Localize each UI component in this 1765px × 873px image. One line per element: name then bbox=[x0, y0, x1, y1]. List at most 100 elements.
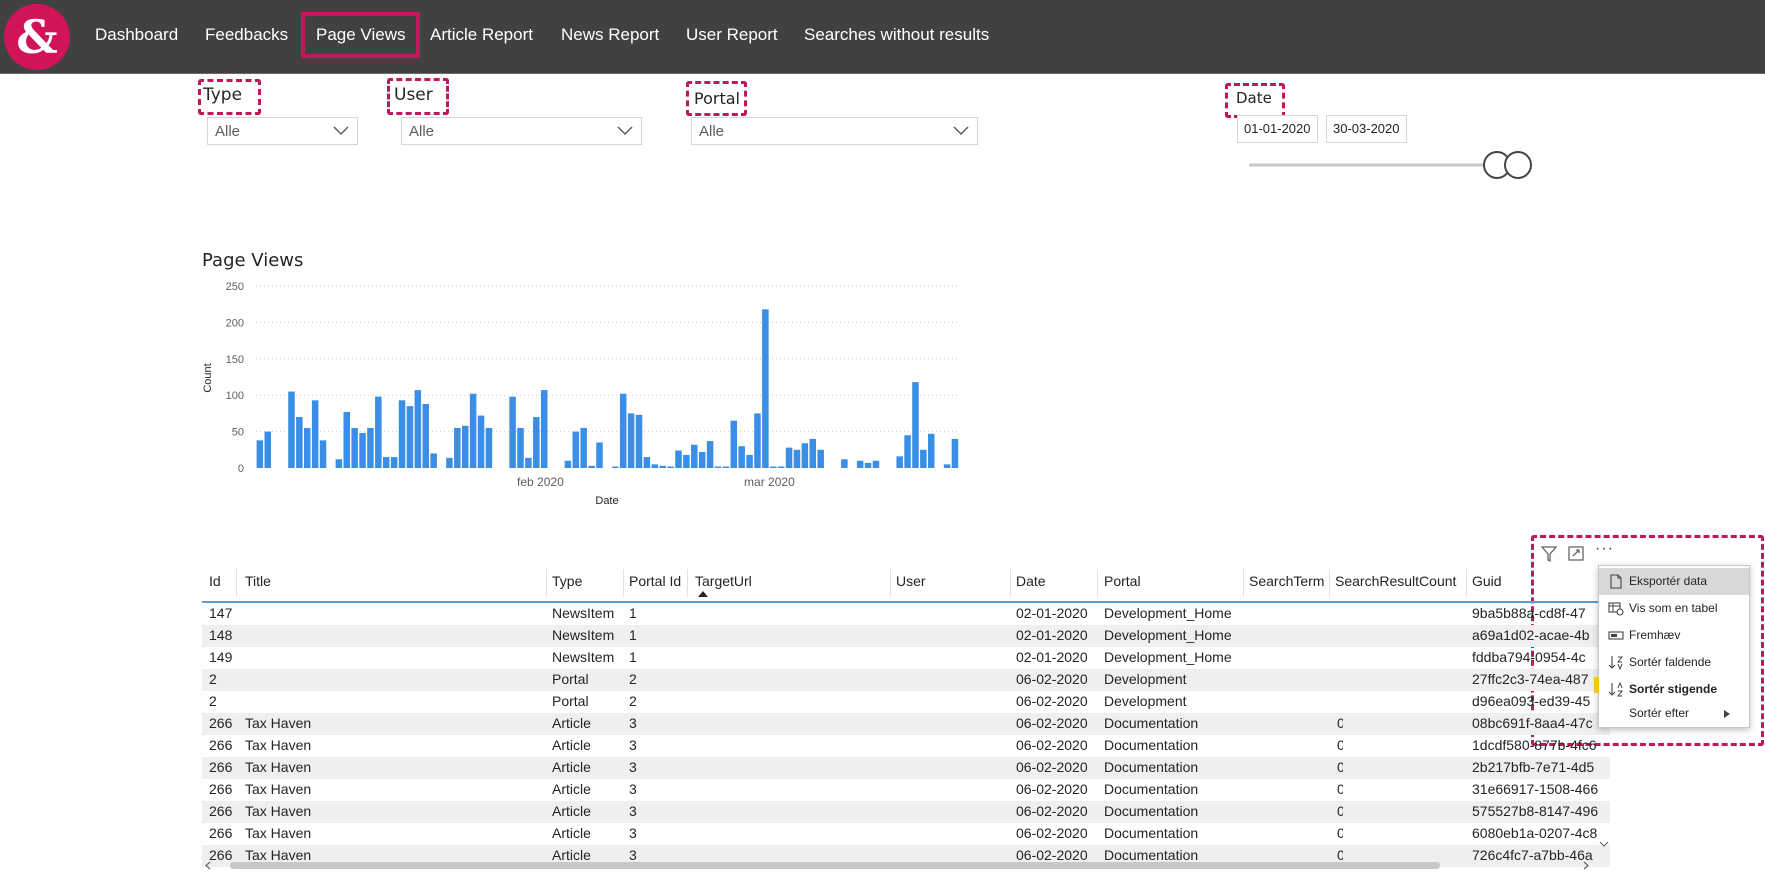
chart-bar[interactable] bbox=[375, 396, 382, 468]
column-header-searchterm[interactable]: SearchTerm bbox=[1249, 573, 1324, 589]
chart-bar[interactable] bbox=[580, 427, 587, 468]
focus-mode-icon[interactable] bbox=[1567, 541, 1585, 565]
chart-bar[interactable] bbox=[256, 440, 264, 468]
column-header-searchresultcount[interactable]: SearchResultCount bbox=[1335, 573, 1456, 589]
chart-bar[interactable] bbox=[872, 460, 880, 468]
date-range-slider[interactable] bbox=[1245, 148, 1535, 182]
nav-item-user-report[interactable]: User Report bbox=[686, 16, 778, 54]
chart-bar[interactable] bbox=[809, 438, 817, 468]
chart-bar[interactable] bbox=[288, 391, 295, 468]
menu-item-show-as-table[interactable]: Vis som en tabel bbox=[1599, 595, 1749, 622]
nav-item-article-report[interactable]: Article Report bbox=[430, 16, 533, 54]
chart-bar[interactable] bbox=[627, 413, 635, 468]
chart-bar[interactable] bbox=[777, 466, 785, 468]
chart-bar[interactable] bbox=[382, 457, 390, 468]
chart-bar[interactable] bbox=[612, 466, 619, 468]
nav-item-dashboard[interactable]: Dashboard bbox=[95, 16, 178, 54]
filter-icon[interactable] bbox=[1540, 541, 1558, 565]
column-header-portal-id[interactable]: Portal Id bbox=[629, 573, 681, 589]
scrollbar-thumb[interactable] bbox=[230, 862, 1440, 869]
chart-bar[interactable] bbox=[525, 457, 532, 468]
chart-bar[interactable] bbox=[754, 413, 761, 468]
column-header-id[interactable]: Id bbox=[209, 573, 221, 589]
menu-item-spotlight[interactable]: Fremhæv bbox=[1599, 622, 1749, 649]
chart-bar[interactable] bbox=[659, 465, 666, 468]
chart-bar[interactable] bbox=[746, 454, 753, 468]
chart-bar[interactable] bbox=[864, 462, 872, 468]
table-row[interactable]: 149 NewsItem 1 02-01-2020 Development_Home fd… bbox=[202, 647, 1610, 669]
column-header-user[interactable]: User bbox=[896, 573, 926, 589]
chart-bar[interactable] bbox=[359, 433, 366, 468]
chart-bar[interactable] bbox=[351, 427, 358, 468]
chart-bar[interactable] bbox=[920, 449, 927, 468]
chart-bar[interactable] bbox=[264, 431, 272, 468]
table-row[interactable]: 266 Tax Haven Article 3 06-02-2020 Documentat… bbox=[202, 757, 1610, 779]
chart-bar[interactable] bbox=[533, 417, 540, 468]
nav-item-news-report[interactable]: News Report bbox=[561, 16, 659, 54]
date-to-input[interactable]: 30-03-2020 bbox=[1326, 115, 1407, 143]
ampersand-logo-icon[interactable]: & bbox=[4, 4, 70, 70]
table-row[interactable]: 148 NewsItem 1 02-01-2020 Development_Home a6… bbox=[202, 625, 1610, 647]
chart-bar[interactable] bbox=[588, 465, 595, 468]
nav-item-page-views[interactable]: Page Views bbox=[300, 12, 421, 58]
chart-bar[interactable] bbox=[722, 466, 730, 468]
scroll-left-icon[interactable] bbox=[205, 861, 211, 870]
date-from-input[interactable]: 01-01-2020 bbox=[1237, 115, 1318, 143]
chart-bar[interactable] bbox=[770, 466, 777, 468]
chart-bar[interactable] bbox=[398, 400, 406, 468]
chart-bar[interactable] bbox=[912, 382, 919, 468]
scroll-down-icon[interactable] bbox=[1599, 840, 1609, 848]
user-dropdown[interactable]: Alle bbox=[401, 117, 642, 145]
chart-bar[interactable] bbox=[517, 427, 524, 468]
chart-bar[interactable] bbox=[406, 406, 414, 468]
chart-bar[interactable] bbox=[785, 447, 793, 468]
chart-bar[interactable] bbox=[469, 393, 477, 468]
nav-item-feedbacks[interactable]: Feedbacks bbox=[205, 16, 288, 54]
scroll-right-icon[interactable] bbox=[1583, 861, 1589, 870]
chart-bar[interactable] bbox=[856, 460, 864, 468]
table-row[interactable]: 2 Portal 2 06-02-2020 Development d96ea093-ed… bbox=[202, 691, 1610, 713]
table-row[interactable]: 266 Tax Haven Article 3 06-02-2020 Documentat… bbox=[202, 823, 1610, 845]
column-header-type[interactable]: Type bbox=[552, 573, 582, 589]
table-row[interactable]: 147 NewsItem 1 02-01-2020 Development_Home 9b… bbox=[202, 603, 1610, 625]
chart-bar[interactable] bbox=[564, 460, 572, 468]
chart-bar[interactable] bbox=[793, 449, 801, 468]
chart-bar[interactable] bbox=[841, 459, 848, 468]
chart-bar[interactable] bbox=[303, 427, 311, 468]
menu-item-sort-by[interactable]: Sortér efter bbox=[1599, 700, 1749, 727]
chart-bar[interactable] bbox=[596, 442, 603, 468]
chart-bar[interactable] bbox=[461, 425, 469, 468]
chart-bar[interactable] bbox=[683, 454, 690, 468]
chart-bar[interactable] bbox=[651, 464, 659, 468]
chart-bar[interactable] bbox=[691, 444, 698, 468]
chart-bar[interactable] bbox=[675, 450, 682, 468]
type-dropdown[interactable]: Alle bbox=[207, 117, 358, 145]
chart-bar[interactable] bbox=[414, 390, 422, 468]
table-row[interactable]: 266 Tax Haven Article 3 06-02-2020 Documentat… bbox=[202, 779, 1610, 801]
column-header-portal[interactable]: Portal bbox=[1104, 573, 1141, 589]
chart-bar[interactable] bbox=[619, 393, 627, 468]
chart-bar[interactable] bbox=[367, 427, 374, 468]
column-header-targeturl[interactable]: TargetUrl bbox=[695, 573, 752, 589]
chart-bar[interactable] bbox=[390, 457, 398, 468]
table-row[interactable]: 266 Tax Haven Article 3 06-02-2020 Documentat… bbox=[202, 713, 1610, 735]
column-header-date[interactable]: Date bbox=[1016, 573, 1046, 589]
chart-bar[interactable] bbox=[335, 459, 343, 468]
column-header-title[interactable]: Title bbox=[245, 573, 271, 589]
chart-bar[interactable] bbox=[422, 403, 429, 468]
slider-handle-end[interactable] bbox=[1504, 151, 1532, 179]
chart-bar[interactable] bbox=[928, 433, 935, 468]
chart-bar[interactable] bbox=[635, 414, 643, 468]
chart-bar[interactable] bbox=[311, 400, 319, 468]
more-options-icon[interactable]: ··· bbox=[1595, 540, 1614, 564]
chart-bar[interactable] bbox=[943, 464, 951, 468]
table-row[interactable]: 2 Portal 2 06-02-2020 Development 27ffc2c3-74… bbox=[202, 669, 1610, 691]
chart-bar[interactable] bbox=[572, 431, 580, 468]
chart-bar[interactable] bbox=[446, 457, 453, 468]
chart-bar[interactable] bbox=[698, 451, 706, 468]
chart-bar[interactable] bbox=[319, 440, 327, 468]
horizontal-scrollbar[interactable] bbox=[202, 861, 1610, 870]
chart-bar[interactable] bbox=[706, 441, 714, 468]
chart-bar[interactable] bbox=[485, 427, 493, 468]
portal-dropdown[interactable]: Alle bbox=[691, 117, 978, 145]
